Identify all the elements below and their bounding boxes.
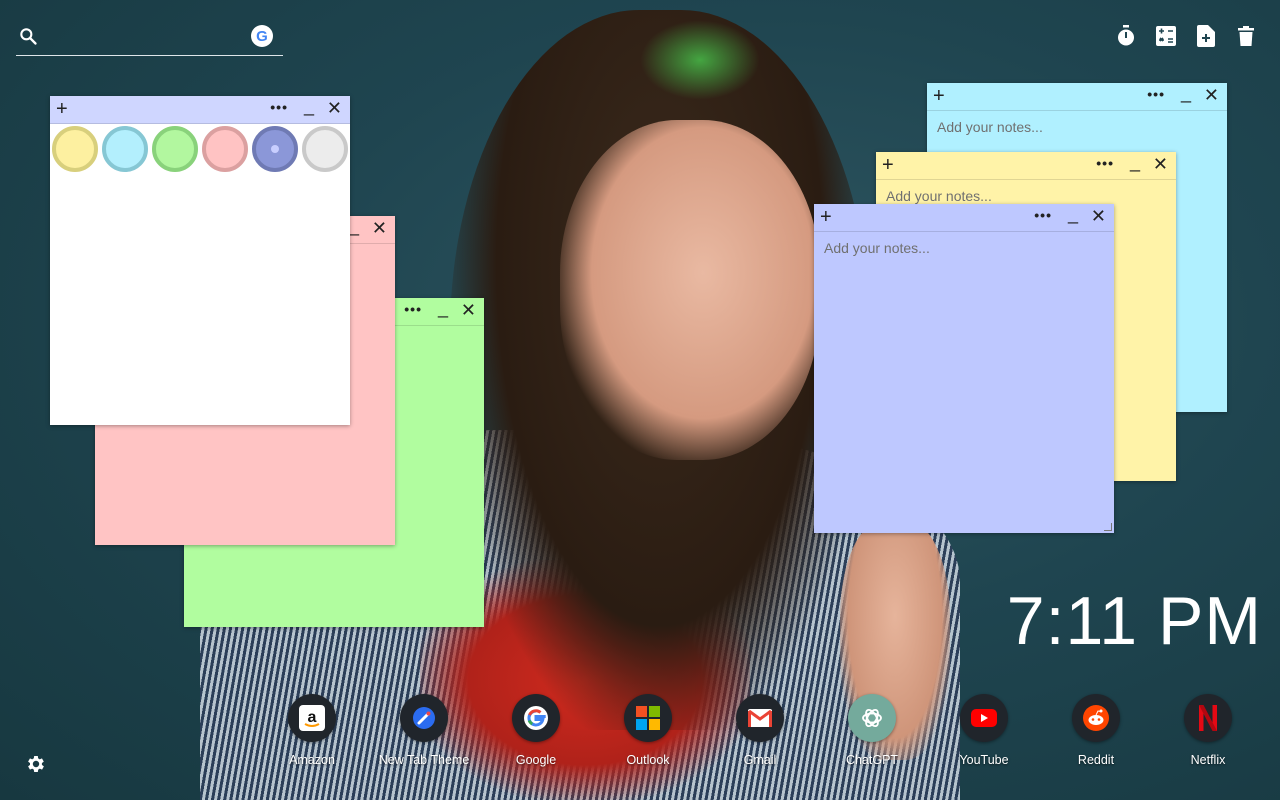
color-palette — [52, 126, 348, 172]
add-note-icon[interactable]: + — [933, 85, 945, 107]
shortcut-new-tab-theme[interactable]: New Tab Theme — [368, 694, 480, 767]
shortcut-gmail[interactable]: Gmail — [704, 694, 816, 767]
shortcut-label: Google — [515, 753, 557, 767]
gear-icon[interactable] — [25, 753, 47, 775]
shortcut-bar: a Amazon New Tab Theme Google Outlook Gm… — [256, 694, 1256, 774]
minimize-icon[interactable]: _ — [1068, 204, 1078, 225]
note-header[interactable]: + ••• _ ✕ — [927, 83, 1227, 111]
minimize-icon[interactable]: _ — [349, 216, 359, 237]
shortcut-amazon[interactable]: a Amazon — [256, 694, 368, 767]
outlook-icon — [624, 694, 672, 742]
youtube-icon — [960, 694, 1008, 742]
shortcut-label: ChatGPT — [845, 753, 899, 767]
amazon-icon: a — [288, 694, 336, 742]
gmail-icon — [736, 694, 784, 742]
sticky-note-white[interactable]: + ••• _ ✕ — [50, 96, 350, 425]
add-note-icon[interactable]: + — [820, 206, 832, 228]
sticky-note-blue[interactable]: + ••• _ ✕ — [814, 204, 1114, 533]
netflix-icon — [1184, 694, 1232, 742]
note-text-area[interactable] — [824, 240, 1104, 525]
color-swatch-blue[interactable] — [252, 126, 298, 172]
more-options-icon[interactable]: ••• — [1147, 86, 1165, 102]
color-swatch-yellow[interactable] — [52, 126, 98, 172]
google-icon[interactable]: G — [251, 25, 273, 47]
shortcut-chatgpt[interactable]: ChatGPT — [816, 694, 928, 767]
timer-icon[interactable] — [1116, 24, 1136, 48]
note-header[interactable]: + ••• _ ✕ — [876, 152, 1176, 180]
add-note-icon[interactable]: + — [56, 98, 68, 120]
minimize-icon[interactable]: _ — [438, 298, 448, 319]
more-options-icon[interactable]: ••• — [1034, 207, 1052, 223]
minimize-icon[interactable]: _ — [1181, 83, 1191, 104]
chatgpt-icon — [848, 694, 896, 742]
svg-text:a: a — [308, 709, 317, 726]
google-icon — [512, 694, 560, 742]
add-note-icon[interactable]: + — [882, 154, 894, 176]
new-note-icon[interactable] — [1196, 24, 1216, 48]
more-options-icon[interactable]: ••• — [404, 301, 422, 317]
resize-handle[interactable] — [1104, 523, 1112, 531]
more-options-icon[interactable]: ••• — [1096, 155, 1114, 171]
selected-indicator — [271, 145, 279, 153]
shortcut-label: Netflix — [1190, 753, 1226, 767]
new-tab-theme-icon — [400, 694, 448, 742]
shortcut-label: New Tab Theme — [378, 753, 470, 767]
shortcut-outlook[interactable]: Outlook — [592, 694, 704, 767]
search-input[interactable] — [52, 24, 252, 50]
search-bar: G — [16, 20, 283, 56]
color-swatch-cyan[interactable] — [102, 126, 148, 172]
close-icon[interactable]: ✕ — [1091, 207, 1106, 225]
color-swatch-white[interactable] — [302, 126, 348, 172]
shortcut-label: Gmail — [743, 753, 777, 767]
top-toolbar — [1116, 24, 1256, 48]
close-icon[interactable]: ✕ — [1204, 86, 1219, 104]
shortcut-label: Outlook — [626, 753, 670, 767]
shortcut-google[interactable]: Google — [480, 694, 592, 767]
minimize-icon[interactable]: _ — [304, 96, 314, 117]
note-header[interactable]: + ••• _ ✕ — [814, 204, 1114, 232]
close-icon[interactable]: ✕ — [461, 301, 476, 319]
shortcut-youtube[interactable]: YouTube — [928, 694, 1040, 767]
color-swatch-green[interactable] — [152, 126, 198, 172]
close-icon[interactable]: ✕ — [372, 219, 387, 237]
trash-icon[interactable] — [1236, 24, 1256, 48]
minimize-icon[interactable]: _ — [1130, 152, 1140, 173]
close-icon[interactable]: ✕ — [327, 99, 342, 117]
search-icon — [20, 28, 37, 45]
shortcut-reddit[interactable]: Reddit — [1040, 694, 1152, 767]
more-options-icon[interactable]: ••• — [270, 99, 288, 115]
color-swatch-pink[interactable] — [202, 126, 248, 172]
shortcut-netflix[interactable]: Netflix — [1152, 694, 1264, 767]
shortcut-label: YouTube — [959, 753, 1009, 767]
close-icon[interactable]: ✕ — [1153, 155, 1168, 173]
shortcut-label: Amazon — [289, 753, 335, 767]
calculator-icon[interactable] — [1156, 24, 1176, 48]
note-header[interactable]: + ••• _ ✕ — [50, 96, 350, 124]
clock: 7:11 PM — [1006, 583, 1262, 659]
shortcut-label: Reddit — [1077, 753, 1115, 767]
reddit-icon — [1072, 694, 1120, 742]
